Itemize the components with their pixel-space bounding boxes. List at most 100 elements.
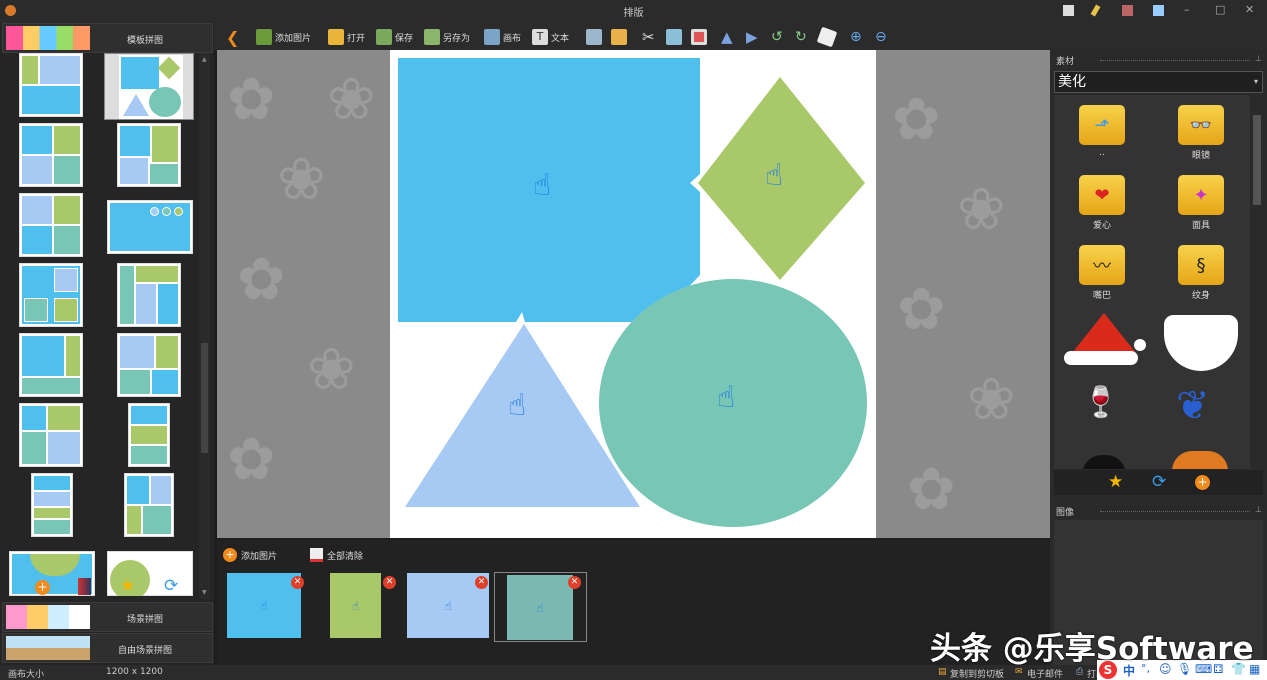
add-material-icon[interactable]: + xyxy=(1195,475,1210,490)
template-thumb[interactable] xyxy=(19,403,83,467)
remove-image-icon[interactable]: ✕ xyxy=(383,576,396,589)
template-list xyxy=(2,53,199,596)
collage-canvas: ☝ ☝ ☝ ☝ xyxy=(390,50,876,538)
flip-horizontal-icon[interactable]: ▶ xyxy=(746,27,758,47)
eagle-sticker[interactable]: ❦ xyxy=(1176,383,1210,429)
pin-icon[interactable]: ⊥ xyxy=(1255,505,1262,514)
add-circle-icon: + xyxy=(223,548,237,562)
favorite-star-icon[interactable]: ★ xyxy=(120,576,135,596)
tab-template-collage[interactable]: 模板拼图 xyxy=(2,23,213,53)
refresh-icon[interactable]: ⟳ xyxy=(164,576,178,596)
canvas-button[interactable]: 画布 xyxy=(484,27,521,47)
template-thumb-selected[interactable] xyxy=(104,53,194,120)
tab-scene-collage[interactable]: 场景拼图 xyxy=(2,602,213,632)
folder-up-icon: ⬏ xyxy=(1079,105,1125,145)
material-item-glasses[interactable]: 👓 眼镜 xyxy=(1176,105,1226,161)
material-item-heart[interactable]: ❤ 爱心 xyxy=(1077,175,1127,231)
beard-sticker[interactable] xyxy=(1164,315,1238,371)
heart-folder-icon: ❤ xyxy=(1079,175,1125,215)
favorite-star-icon[interactable]: ★ xyxy=(1108,472,1123,492)
template-thumb[interactable] xyxy=(124,473,174,537)
save-as-button[interactable]: 另存为 xyxy=(424,27,470,47)
materials-title: 素材 xyxy=(1056,57,1075,67)
close-button[interactable]: ✕ xyxy=(1245,3,1254,16)
glasses-folder-icon: 👓 xyxy=(1178,105,1224,145)
template-thumb[interactable] xyxy=(31,473,73,537)
text-button[interactable]: T 文本 xyxy=(532,27,569,47)
back-arrow-icon[interactable]: ❮ xyxy=(226,27,239,47)
material-item-up[interactable]: ⬏.. xyxy=(1077,105,1127,158)
template-thumb[interactable] xyxy=(117,123,181,187)
tab-free-scene-collage[interactable]: 自由场景拼图 xyxy=(2,633,213,663)
drinks-sticker[interactable]: 🍷 xyxy=(1082,385,1126,431)
window-title: 排版 xyxy=(623,8,644,19)
remove-image-icon[interactable]: ✕ xyxy=(568,576,581,589)
font-icon[interactable] xyxy=(78,578,91,595)
refresh-icon[interactable]: ⟳ xyxy=(1152,472,1166,492)
remove-image-icon[interactable]: ✕ xyxy=(291,576,304,589)
skin-icon[interactable] xyxy=(1122,5,1133,16)
flip-vertical-icon[interactable]: ▲ xyxy=(721,27,733,47)
window-mode-icon[interactable] xyxy=(1153,5,1164,16)
pin-icon[interactable]: ⊥ xyxy=(1255,54,1262,63)
rotate-right-icon[interactable]: ↻ xyxy=(795,27,807,47)
zoom-in-icon[interactable]: ⊕ xyxy=(850,27,862,47)
template-thumb[interactable] xyxy=(19,193,83,257)
tiger-sticker[interactable] xyxy=(1172,451,1228,469)
materials-scrollbar[interactable] xyxy=(1251,95,1263,469)
zoom-out-icon[interactable]: ⊖ xyxy=(875,27,887,47)
folder-open-icon xyxy=(328,29,344,45)
paste-icon xyxy=(691,29,707,45)
copy-to-clipboard-button[interactable]: 复制到剪切板 xyxy=(950,667,1004,680)
open-button[interactable]: 打开 xyxy=(328,27,365,47)
template-thumb[interactable] xyxy=(117,333,181,397)
document-icon[interactable] xyxy=(1063,5,1074,16)
chevron-down-icon: ▾ xyxy=(1253,77,1258,86)
santa-hat-sticker[interactable] xyxy=(1062,313,1146,371)
material-item-mouth[interactable]: 〰嘴巴 xyxy=(1077,245,1127,301)
filmstrip-thumb[interactable]: ☝ xyxy=(227,573,301,638)
add-template-icon[interactable]: + xyxy=(35,580,50,595)
template-thumb[interactable] xyxy=(19,53,83,117)
template-tab-label: 模板拼图 xyxy=(126,36,163,46)
eraser-button[interactable] xyxy=(816,26,838,48)
rotate-left-icon[interactable]: ↺ xyxy=(771,27,783,47)
email-button[interactable] xyxy=(611,27,627,47)
template-thumb[interactable] xyxy=(19,263,83,327)
paste-button[interactable] xyxy=(691,27,707,47)
filmstrip-thumb[interactable]: ☝ xyxy=(330,573,381,638)
flower-pattern: ✿ xyxy=(892,85,941,153)
title-bar: 排版 – □ ✕ xyxy=(0,0,1267,23)
eraser-icon xyxy=(816,26,838,48)
collage-shapes xyxy=(398,58,867,527)
hand-pointer-icon: ☝ xyxy=(533,168,552,203)
material-item-tattoo[interactable]: § 纹身 xyxy=(1176,245,1226,301)
material-item-mask[interactable]: ✦ 面具 xyxy=(1176,175,1226,231)
materials-grid: ⬏.. 👓 眼镜 ❤ 爱心 ✦ 面具 〰嘴巴 § 纹身 🍷 ❦ xyxy=(1054,95,1250,469)
template-thumb[interactable] xyxy=(19,123,83,187)
add-image-button[interactable]: 添加图片 xyxy=(256,27,311,47)
template-thumb[interactable] xyxy=(107,200,193,254)
clear-all-button[interactable]: 全部清除 xyxy=(310,548,363,562)
black-cat-sticker[interactable] xyxy=(1082,455,1126,469)
category-select[interactable]: 美化 ▾ xyxy=(1054,71,1263,93)
copy-button[interactable] xyxy=(666,27,682,47)
email-status-button[interactable]: 电子邮件 xyxy=(1027,667,1063,680)
maximize-button[interactable]: □ xyxy=(1215,3,1225,16)
minimize-button[interactable]: – xyxy=(1184,3,1190,16)
divider xyxy=(1100,60,1250,61)
template-thumb[interactable] xyxy=(19,333,83,397)
template-list-scrollbar[interactable]: ▲ ▼ xyxy=(199,53,210,599)
clipboard-icon: ▤ xyxy=(938,667,947,677)
remove-image-icon[interactable]: ✕ xyxy=(475,576,488,589)
right-panel: 素材 ⊥ 美化 ▾ ⬏.. 👓 眼镜 ❤ 爱心 ✦ 面具 〰嘴巴 § 纹身 🍷 ❦ ★ … xyxy=(1050,50,1267,665)
template-thumb[interactable] xyxy=(128,403,170,467)
print-button[interactable] xyxy=(586,27,602,47)
cut-icon[interactable]: ✂ xyxy=(642,27,655,47)
copy-icon xyxy=(666,29,682,45)
filmstrip-add-image-button[interactable]: + 添加图片 xyxy=(223,548,277,562)
save-button[interactable]: 保存 xyxy=(376,27,413,47)
divider xyxy=(1100,511,1250,512)
template-thumb[interactable] xyxy=(117,263,181,327)
filmstrip-thumb-selected[interactable]: ☝ xyxy=(507,575,573,640)
